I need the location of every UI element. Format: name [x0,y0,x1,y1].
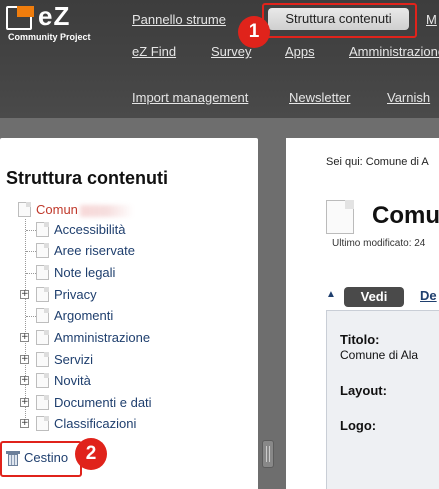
tree-connector [26,316,36,317]
document-icon [36,243,49,258]
tab-details[interactable]: De [420,288,437,303]
nav-varnish[interactable]: Varnish [387,90,430,105]
ez-logo-mark-icon [6,6,34,30]
document-icon [36,373,49,388]
document-icon [36,222,49,237]
document-icon [36,287,49,302]
field-label-titolo: Titolo: [340,332,380,347]
expand-icon[interactable]: + [20,419,29,428]
callout-highlight-1 [262,3,417,38]
tree-item-label: Amministrazione [54,330,151,345]
content-view-panel: Sei qui: Comune di A Comu Ultimo modific… [286,138,439,489]
tab-vedi[interactable]: Vedi [344,287,404,307]
expand-icon[interactable]: + [20,398,29,407]
document-icon [36,265,49,280]
document-icon [36,352,49,367]
document-icon [36,330,49,345]
tree-item-label: Servizi [54,352,94,367]
field-label-layout: Layout: [340,383,387,398]
document-icon [36,308,49,323]
panel-resize-handle[interactable] [262,440,274,468]
document-icon [36,416,49,431]
expand-icon[interactable]: + [20,376,29,385]
content-structure-panel: Struttura contenuti Comun Accessibilità … [0,138,258,489]
document-icon [18,202,31,217]
page-title: Comu [372,202,439,229]
nav-amministrazione[interactable]: Amministrazione [349,44,439,59]
trash-link[interactable]: Cestino [24,450,68,465]
document-large-icon [326,200,354,234]
nav-ez-find[interactable]: eZ Find [132,44,176,59]
nav-import-management[interactable]: Import management [132,90,248,105]
field-label-logo: Logo: [340,418,377,433]
breadcrumb: Sei qui: Comune di A [326,156,429,168]
logo-text: eZ [38,1,71,31]
content-fields-box: Titolo: Comune di Ala Layout: Logo: [326,310,439,489]
nav-m[interactable]: M [426,12,437,27]
tree-item-label: Novità [54,373,91,388]
nav-apps[interactable]: Apps [285,44,315,59]
tree-connector [26,273,36,274]
expand-icon[interactable]: + [20,290,29,299]
tree-item-label: Privacy [54,287,97,302]
ez-logo[interactable]: eZ Community Project [6,1,94,44]
nav-survey[interactable]: Survey [211,44,251,59]
last-modified-text: Ultimo modificato: 24 [332,238,426,249]
nav-pannello-strumenti[interactable]: Pannello strume [132,12,226,27]
panel-title: Struttura contenuti [6,168,168,188]
field-value-titolo: Comune di Ala [340,348,419,362]
tree-item-label: Classificazioni [54,416,137,431]
tree-item-label: Documenti e dati [54,395,152,410]
tree-connector [26,251,36,252]
logo-subtitle: Community Project [8,32,91,42]
nav-newsletter[interactable]: Newsletter [289,90,350,105]
top-header: eZ Community Project Pannello strume Str… [0,0,439,118]
tree-connector [26,230,36,231]
tree-item-label: Argomenti [54,308,114,323]
redacted-blur [79,204,134,217]
tree-item-label: Note legali [54,265,116,280]
callout-badge-2: 2 [75,438,107,470]
expand-icon[interactable]: + [20,333,29,342]
document-icon [36,395,49,410]
collapse-arrow-icon[interactable]: ▲ [326,289,336,300]
tree-root-label: Comun [36,202,78,217]
tree-item-label: Aree riservate [54,243,135,258]
trash-icon[interactable] [6,451,20,466]
expand-icon[interactable]: + [20,355,29,364]
tree-item-label: Accessibilità [54,222,126,237]
